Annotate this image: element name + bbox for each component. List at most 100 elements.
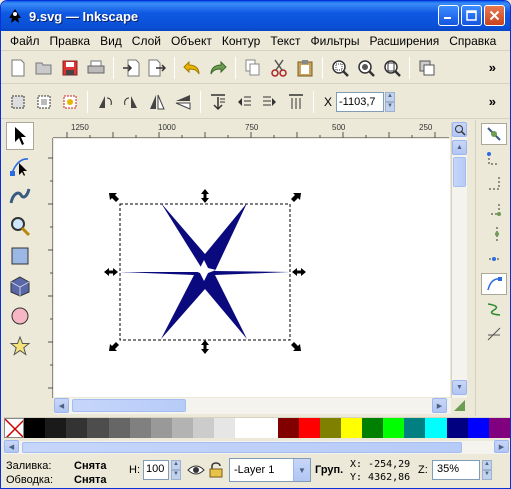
color-swatch[interactable]	[87, 418, 109, 438]
selector-tool[interactable]	[6, 122, 34, 150]
zoom-selection-button[interactable]	[329, 57, 351, 79]
copy-button[interactable]	[242, 57, 264, 79]
chevron-down-icon[interactable]: ▼	[293, 459, 310, 481]
node-tool[interactable]	[6, 152, 34, 180]
snap-bbox-button[interactable]	[481, 148, 507, 170]
drawing-canvas[interactable]	[54, 139, 450, 397]
stroke-value[interactable]: Снята	[74, 474, 107, 486]
duplicate-button[interactable]	[416, 57, 438, 79]
print-button[interactable]	[85, 57, 107, 79]
color-swatch[interactable]	[235, 418, 257, 438]
resize-grip-icon[interactable]	[452, 398, 467, 413]
color-swatch[interactable]	[45, 418, 67, 438]
scroll-down-button[interactable]: ▼	[452, 380, 467, 395]
lower-to-bottom-button[interactable]	[285, 91, 307, 113]
tweak-tool[interactable]	[6, 182, 34, 210]
menu-extensions[interactable]: Расширения	[364, 34, 444, 48]
toolbar-overflow-chevron[interactable]: »	[489, 94, 496, 109]
cut-button[interactable]	[268, 57, 290, 79]
color-swatch[interactable]	[66, 418, 88, 438]
new-document-button[interactable]	[7, 57, 29, 79]
color-swatch[interactable]	[404, 418, 426, 438]
visibility-eye-icon[interactable]	[187, 463, 205, 477]
spin-up-icon[interactable]: ▲	[482, 460, 492, 470]
menu-object[interactable]: Объект	[166, 34, 217, 48]
rectangle-tool[interactable]	[6, 242, 34, 270]
snap-bbox-corner-button[interactable]	[481, 198, 507, 220]
palette-scroll-left[interactable]: ◀	[4, 440, 19, 453]
zoom-drawing-button[interactable]	[355, 57, 377, 79]
menu-path[interactable]: Контур	[217, 34, 265, 48]
lower-button[interactable]	[259, 91, 281, 113]
minimize-button[interactable]	[438, 5, 459, 26]
color-swatch[interactable]	[214, 418, 236, 438]
menu-layer[interactable]: Слой	[127, 34, 166, 48]
menu-help[interactable]: Справка	[444, 34, 501, 48]
snap-bbox-edge-button[interactable]	[481, 173, 507, 195]
open-button[interactable]	[33, 57, 55, 79]
handle-top[interactable]	[201, 189, 209, 203]
zoom-input[interactable]: 35%	[432, 460, 480, 480]
color-swatch[interactable]	[129, 418, 151, 438]
scroll-left-button[interactable]: ◀	[54, 398, 69, 413]
spin-down-icon[interactable]: ▼	[482, 470, 492, 480]
select-all-layers-button[interactable]	[33, 91, 55, 113]
snap-paths-button[interactable]	[481, 298, 507, 320]
opacity-spinner[interactable]: ▲ ▼	[171, 460, 181, 480]
snap-nodes-button[interactable]	[481, 273, 507, 295]
toolbar-overflow-chevron[interactable]: »	[489, 60, 496, 75]
lock-icon[interactable]	[209, 461, 223, 478]
paste-button[interactable]	[294, 57, 316, 79]
zoom-tool[interactable]	[6, 212, 34, 240]
handle-right[interactable]	[292, 268, 306, 276]
x-position-input[interactable]	[336, 91, 385, 112]
flip-horizontal-button[interactable]	[146, 91, 168, 113]
spin-up-icon[interactable]: ▲	[171, 460, 181, 470]
color-swatch[interactable]	[150, 418, 172, 438]
snap-bbox-midpoint-button[interactable]	[481, 223, 507, 245]
palette-scroll-right[interactable]: ▶	[494, 440, 509, 453]
spin-down-icon[interactable]: ▼	[385, 101, 396, 112]
raise-to-top-button[interactable]	[207, 91, 229, 113]
handle-top-left[interactable]	[109, 193, 119, 202]
maximize-button[interactable]	[461, 5, 482, 26]
opacity-h-input[interactable]: 100	[143, 460, 169, 480]
color-swatch[interactable]	[171, 418, 193, 438]
color-swatch[interactable]	[319, 418, 341, 438]
handle-bottom-right[interactable]	[291, 342, 301, 351]
menu-file[interactable]: Файл	[5, 34, 45, 48]
scroll-right-button[interactable]: ▶	[432, 398, 447, 413]
color-swatch[interactable]	[256, 418, 278, 438]
raise-button[interactable]	[233, 91, 255, 113]
x-position-spinner[interactable]: ▲ ▼	[385, 91, 396, 112]
color-swatch[interactable]	[24, 418, 46, 438]
palette-scrollbar[interactable]: ◀ ▶	[4, 440, 510, 454]
color-swatch[interactable]	[488, 418, 510, 438]
vertical-scrollbar[interactable]: ▲ ▼	[451, 122, 467, 398]
save-button[interactable]	[59, 57, 81, 79]
color-swatch[interactable]	[193, 418, 215, 438]
palette-scroll-thumb[interactable]	[22, 442, 462, 453]
ellipse-tool[interactable]	[6, 302, 34, 330]
snap-toggle-button[interactable]	[481, 123, 507, 145]
no-color-swatch[interactable]	[4, 418, 24, 438]
color-swatch[interactable]	[340, 418, 362, 438]
menu-view[interactable]: Вид	[95, 34, 127, 48]
title-bar[interactable]: 9.svg — Inkscape	[1, 1, 510, 31]
3d-box-tool[interactable]	[6, 272, 34, 300]
select-all-button[interactable]	[7, 91, 29, 113]
star-tool[interactable]	[6, 332, 34, 360]
zoom-corner-button[interactable]	[452, 122, 467, 137]
zoom-page-button[interactable]	[381, 57, 403, 79]
color-swatch[interactable]	[425, 418, 447, 438]
spin-down-icon[interactable]: ▼	[171, 470, 181, 480]
color-swatch[interactable]	[446, 418, 468, 438]
vertical-scroll-thumb[interactable]	[453, 157, 466, 187]
undo-button[interactable]	[181, 57, 203, 79]
rotate-ccw-button[interactable]	[94, 91, 116, 113]
rotate-cw-button[interactable]	[120, 91, 142, 113]
handle-bottom-left[interactable]	[109, 342, 119, 351]
color-swatch[interactable]	[298, 418, 320, 438]
handle-bottom[interactable]	[201, 340, 209, 354]
color-swatch[interactable]	[467, 418, 489, 438]
